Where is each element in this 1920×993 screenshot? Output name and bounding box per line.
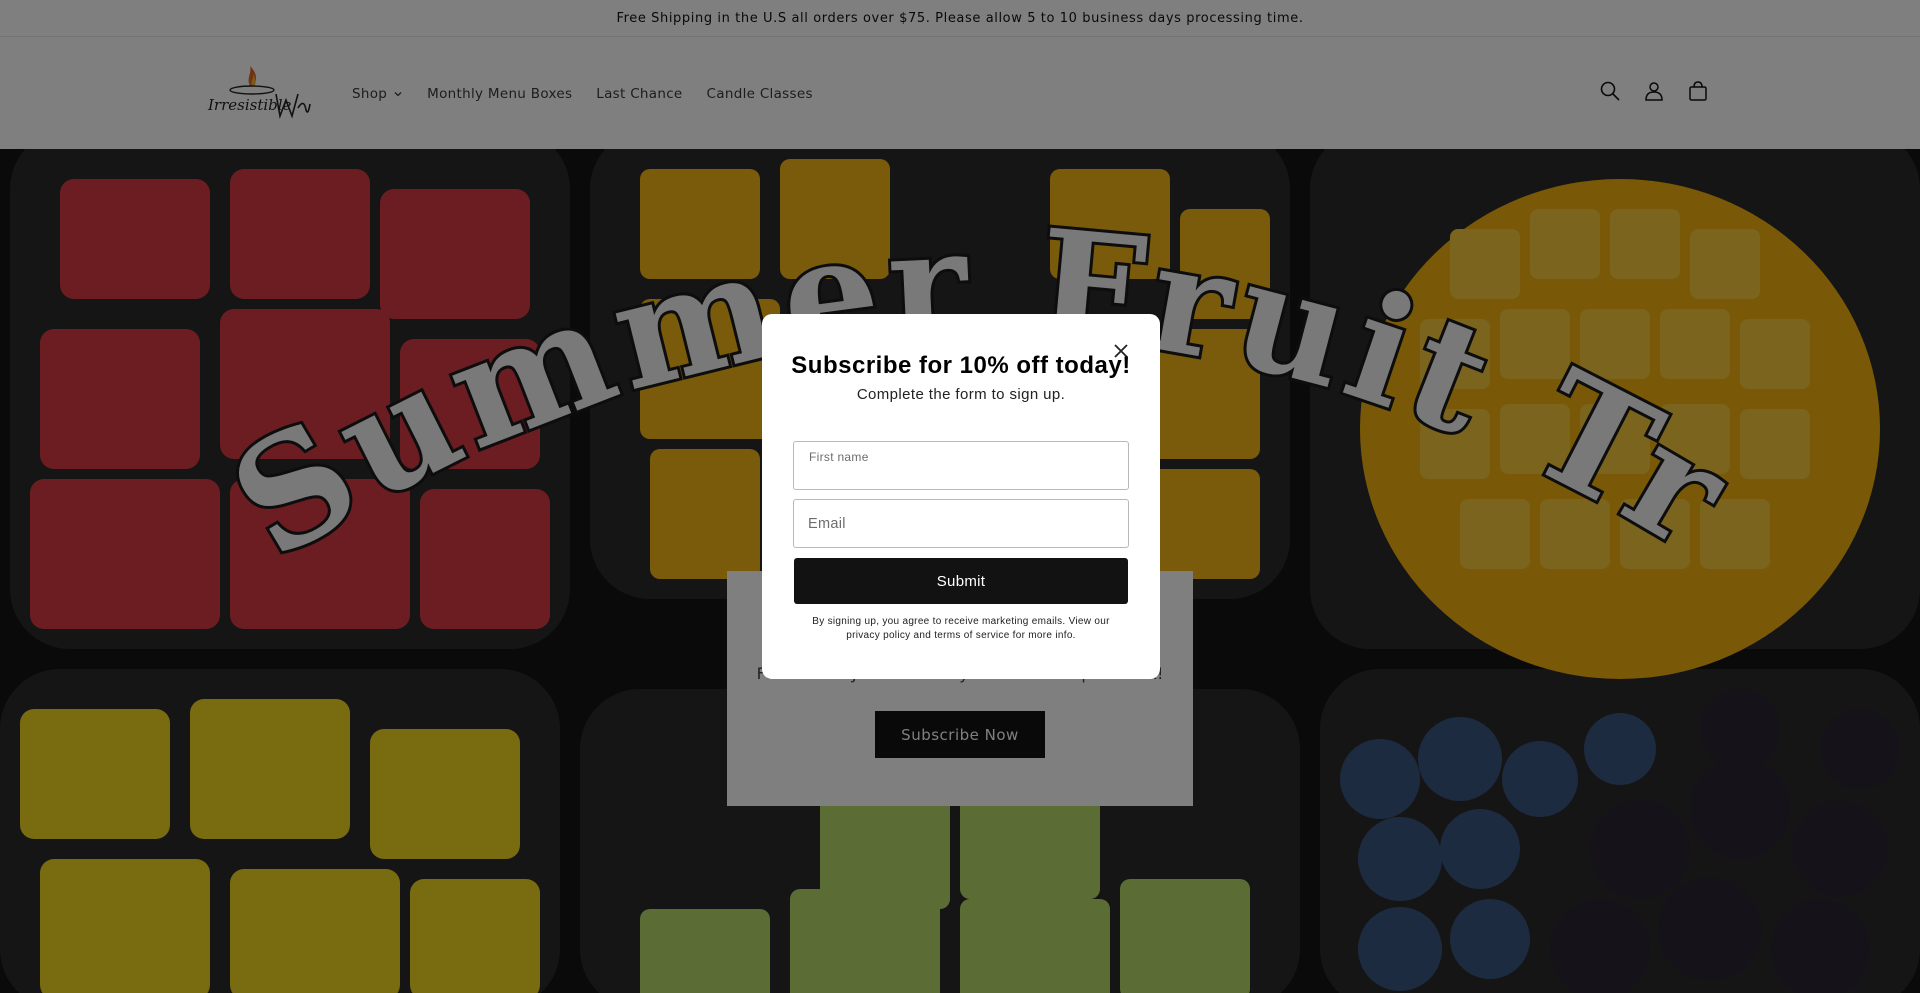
email-input[interactable] (808, 500, 1114, 547)
submit-button[interactable]: Submit (794, 558, 1128, 604)
first-name-input[interactable] (808, 442, 1114, 489)
first-name-field[interactable]: First name (793, 441, 1129, 490)
modal-title: Subscribe for 10% off today! (791, 352, 1131, 379)
modal-subtitle: Complete the form to sign up. (856, 386, 1066, 403)
marketing-disclaimer: By signing up, you agree to receive mark… (812, 616, 1110, 641)
subscribe-modal: Subscribe for 10% off today! Complete th… (762, 314, 1160, 679)
email-field[interactable] (793, 499, 1129, 548)
